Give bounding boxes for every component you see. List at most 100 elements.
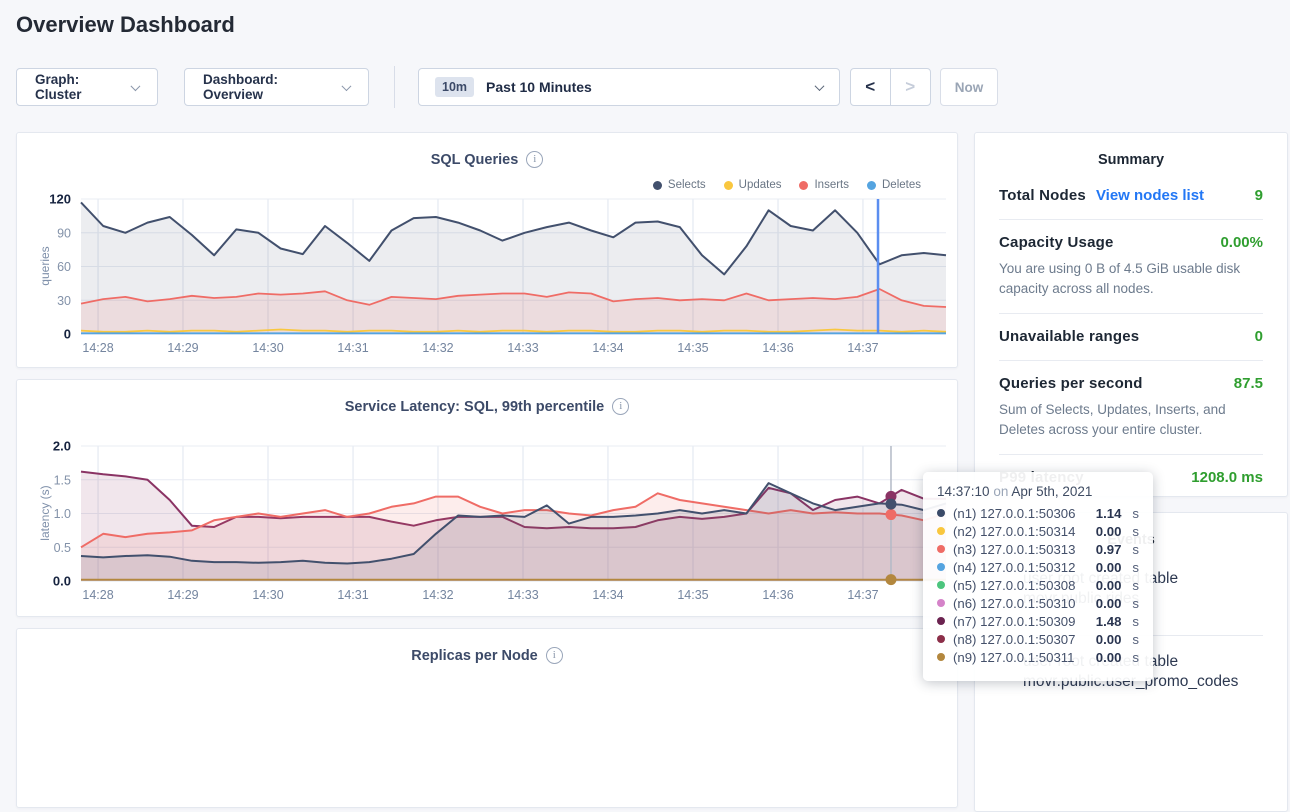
tooltip-timestamp: 14:37:10 on Apr 5th, 2021 [937,484,1139,499]
node-address: (n2) 127.0.0.1:50314 [953,524,1088,539]
unavailable-ranges-label: Unavailable ranges [999,328,1139,345]
tooltip-row: (n5) 127.0.0.1:50308 0.00 s [937,576,1139,594]
dashboard-dropdown[interactable]: Dashboard: Overview [184,68,369,106]
qps-label: Queries per second [999,375,1143,392]
sql-queries-chart[interactable]: 14:2814:2914:3014:3114:3214:3314:3414:35… [17,189,957,367]
capacity-value: 0.00% [1220,234,1263,251]
now-button[interactable]: Now [940,68,998,106]
node-color-dot [937,545,945,553]
time-range-dropdown[interactable]: 10m Past 10 Minutes [418,68,840,106]
tooltip-row: (n1) 127.0.0.1:503061.14s [937,504,1139,522]
tooltip-row: (n4) 127.0.0.1:50312 0.00 s [937,558,1139,576]
x-tick-label: 14:37 [847,341,878,355]
node-latency-value: 0.00 [1096,650,1122,665]
graph-dropdown[interactable]: Graph: Cluster [16,68,158,106]
p99-latency-value: 1208.0 ms [1191,469,1263,486]
crosshair-dot [885,509,896,520]
node-color-dot [937,617,945,625]
time-next-button[interactable]: > [891,69,931,105]
capacity-subtext: You are using 0 B of 4.5 GiB usable disk… [999,259,1263,298]
chevron-down-icon [815,81,825,91]
replicas-per-node-card: Replicas per Node i [16,628,958,808]
x-tick-label: 14:32 [422,588,453,602]
latency-unit: s [1132,542,1139,557]
latency-unit: s [1132,524,1139,539]
tooltip-row: (n9) 127.0.0.1:503110.00s [937,648,1139,666]
x-tick-label: 14:29 [167,341,198,355]
tooltip-row: (n2) 127.0.0.1:50314 0.00 s [937,522,1139,540]
qps-subtext: Sum of Selects, Updates, Inserts, and De… [999,400,1263,439]
summary-title: Summary [999,133,1263,173]
node-address: (n4) 127.0.0.1:50312 [953,560,1088,575]
node-address: (n7) 127.0.0.1:50309 [953,614,1088,629]
x-tick-label: 14:29 [167,588,198,602]
dashboard-dropdown-label: Dashboard: Overview [203,72,333,102]
info-icon[interactable]: i [612,398,629,415]
y-tick-label: 2.0 [53,439,71,454]
node-latency-value: 0.00 [1096,632,1122,647]
tooltip-row: (n8) 127.0.0.1:503070.00s [937,630,1139,648]
node-color-dot [937,527,945,535]
view-nodes-list-link[interactable]: View nodes list [1096,187,1204,204]
node-color-dot [937,563,945,571]
y-tick-label: 120 [49,192,71,207]
node-color-dot [937,635,945,643]
service-latency-card: Service Latency: SQL, 99th percentile i … [16,379,958,617]
summary-row-capacity: Capacity Usage 0.00% You are using 0 B o… [999,220,1263,314]
x-tick-label: 14:30 [252,341,283,355]
x-tick-label: 14:35 [677,588,708,602]
node-latency-value: 0.00 [1096,560,1122,575]
node-latency-value: 1.48 [1096,614,1122,629]
y-tick-label: 0 [64,327,71,342]
x-tick-label: 14:32 [422,341,453,355]
x-tick-label: 14:36 [762,341,793,355]
x-tick-label: 14:31 [337,588,368,602]
time-step-group: < > [850,68,931,106]
total-nodes-value: 9 [1255,187,1263,204]
node-latency-value: 0.00 [1096,596,1122,611]
x-tick-label: 14:37 [847,588,878,602]
x-tick-label: 14:30 [252,588,283,602]
latency-unit: s [1132,632,1139,647]
tooltip-row: (n7) 127.0.0.1:503091.48s [937,612,1139,630]
y-tick-label: 1.5 [54,473,71,487]
tooltip-row: (n6) 127.0.0.1:50310 0.00 s [937,594,1139,612]
node-latency-value: 0.97 [1096,542,1122,557]
x-tick-label: 14:34 [592,341,623,355]
x-tick-label: 14:33 [507,588,538,602]
y-tick-label: 0.0 [53,574,71,589]
y-tick-label: 0.5 [54,541,71,555]
graph-dropdown-label: Graph: Cluster [35,72,122,102]
time-range-badge: 10m [435,77,474,97]
node-address: (n6) 127.0.0.1:50310 [953,596,1088,611]
x-tick-label: 14:35 [677,341,708,355]
x-tick-label: 14:31 [337,341,368,355]
node-color-dot [937,509,945,517]
node-color-dot [937,599,945,607]
latency-unit: s [1132,596,1139,611]
node-latency-value: 0.00 [1096,524,1122,539]
node-address: (n9) 127.0.0.1:50311 [953,650,1088,665]
info-icon[interactable]: i [546,647,563,664]
capacity-label: Capacity Usage [999,234,1114,251]
node-address: (n5) 127.0.0.1:50308 [953,578,1088,593]
y-tick-label: 60 [57,260,71,274]
x-tick-label: 14:28 [82,588,113,602]
service-latency-title: Service Latency: SQL, 99th percentile [345,399,605,415]
info-icon[interactable]: i [526,151,543,168]
node-latency-value: 1.14 [1096,506,1122,521]
node-color-dot [937,581,945,589]
chart-hover-tooltip: 14:37:10 on Apr 5th, 2021 (n1) 127.0.0.1… [923,472,1153,681]
divider [394,66,395,108]
service-latency-chart[interactable]: 14:2814:2914:3014:3114:3214:3314:3414:35… [17,436,957,614]
latency-unit: s [1132,560,1139,575]
time-prev-button[interactable]: < [851,69,891,105]
latency-unit: s [1132,578,1139,593]
replicas-per-node-title: Replicas per Node [411,648,538,664]
total-nodes-label: Total Nodes [999,187,1086,204]
summary-row-qps: Queries per second 87.5 Sum of Selects, … [999,361,1263,455]
summary-row-total-nodes: Total Nodes View nodes list 9 [999,173,1263,220]
summary-panel: Summary Total Nodes View nodes list 9 Ca… [974,132,1288,497]
node-latency-value: 0.00 [1096,578,1122,593]
crosshair-dot [885,574,896,585]
